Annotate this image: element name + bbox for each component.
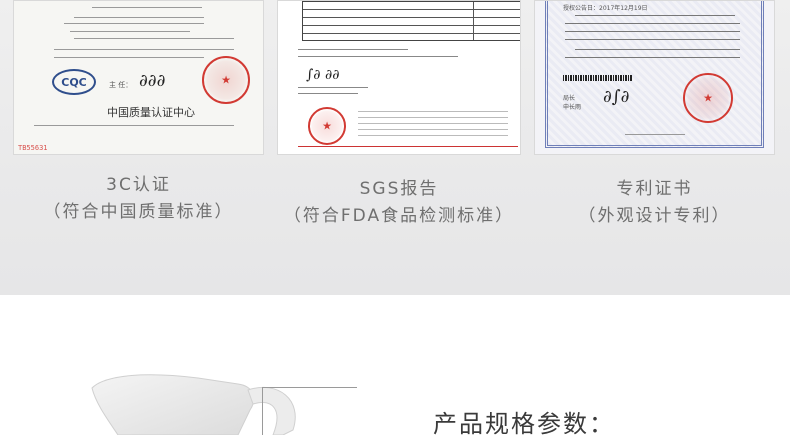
patent-certificate-image: 授权公告日：2017年12月19日 局长 申长雨 ∂∫∂ bbox=[534, 0, 775, 155]
sgs-results-table bbox=[302, 1, 520, 41]
patent-seal-icon bbox=[683, 73, 733, 123]
patent-signer-label: 局长 申长雨 bbox=[563, 95, 582, 111]
sgs-seal-icon bbox=[308, 107, 346, 145]
sgs-signature-icon: ∫∂ ∂∂ bbox=[306, 67, 340, 83]
patent-caption-subtitle: （外观设计专利） bbox=[578, 206, 731, 226]
sgs-caption-subtitle: （符合FDA食品检测标准） bbox=[283, 206, 515, 226]
ccc-seal-icon bbox=[202, 56, 250, 104]
ccc-org-name: 中国质量认证中心 bbox=[107, 106, 195, 119]
patent-barcode-icon bbox=[563, 75, 633, 81]
patent-caption-title: 专利证书 bbox=[616, 179, 693, 199]
sgs-caption-title: SGS报告 bbox=[359, 179, 439, 199]
ccc-caption: 3C认证 （符合中国质量标准） bbox=[13, 170, 264, 222]
patent-caption: 专利证书 （外观设计专利） bbox=[534, 174, 775, 226]
ccc-caption-title: 3C认证 bbox=[106, 175, 171, 195]
product-frame-line bbox=[262, 387, 357, 435]
patent-header-text: 授权公告日：2017年12月19日 bbox=[563, 5, 648, 12]
ccc-code: TB55631 bbox=[14, 144, 52, 152]
sgs-caption: SGS报告 （符合FDA食品检测标准） bbox=[270, 174, 528, 226]
ccc-signer-label: 主 任： bbox=[109, 81, 133, 89]
cqc-logo-icon: CQC bbox=[52, 69, 96, 95]
ccc-signature-icon: ∂∂∂ bbox=[139, 71, 166, 91]
ccc-caption-subtitle: （符合中国质量标准） bbox=[43, 202, 234, 222]
patent-signature-icon: ∂∫∂ bbox=[603, 87, 630, 107]
ccc-certificate-image: CQC 主 任： ∂∂∂ 中国质量认证中心 TB55631 bbox=[13, 0, 264, 155]
sgs-report-image: ∫∂ ∂∂ bbox=[277, 0, 521, 155]
spec-section-title: 产品规格参数： bbox=[433, 410, 615, 435]
